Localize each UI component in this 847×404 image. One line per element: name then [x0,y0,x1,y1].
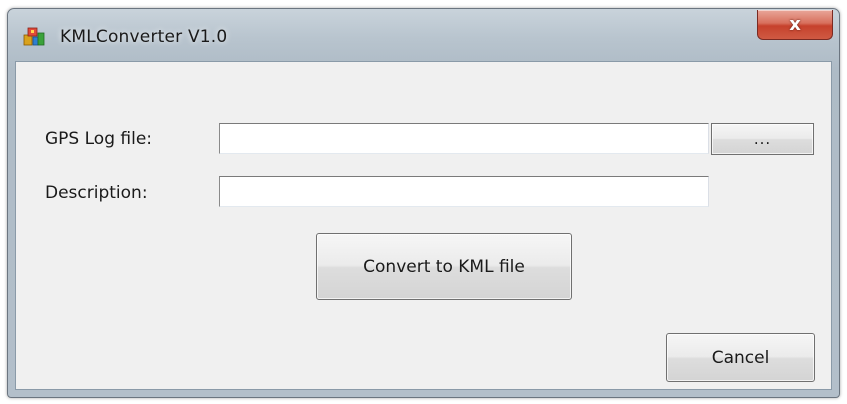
close-button[interactable]: x [757,10,833,40]
close-icon: x [789,13,801,35]
title-bar[interactable]: KMLConverter V1.0 x [8,9,839,61]
description-input[interactable] [219,176,709,207]
convert-button[interactable]: Convert to KML file [316,233,572,300]
gps-log-label: GPS Log file: [45,129,153,149]
description-label: Description: [45,183,148,203]
window-title: KMLConverter V1.0 [60,27,228,47]
app-window: KMLConverter V1.0 x GPS Log file: ... De… [7,8,840,398]
cancel-button[interactable]: Cancel [666,333,815,382]
app-icon [23,26,45,46]
browse-button[interactable]: ... [711,123,814,155]
dialog-body: GPS Log file: ... Description: Convert t… [15,61,832,390]
gps-log-file-input[interactable] [219,123,709,154]
